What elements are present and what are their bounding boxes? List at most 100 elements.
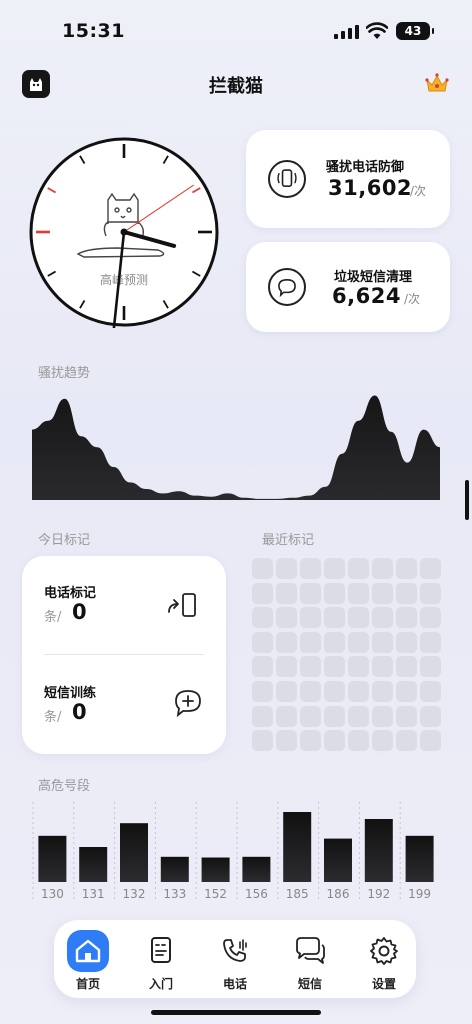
recent-mark-cell — [324, 582, 345, 604]
tab-settings[interactable]: 设置 — [354, 920, 414, 998]
stat-value: 6,624 — [332, 284, 401, 308]
call-forward-icon — [168, 593, 196, 617]
high-risk-bar-chart: 130 131 132 133 152 156 185 186 192 199 — [32, 802, 434, 901]
clock-label: 高峰预测 — [100, 272, 148, 287]
bar-category-label: 156 — [245, 887, 268, 901]
tab-phone[interactable]: 电话 — [205, 920, 265, 998]
recent-mark-cell — [324, 730, 345, 752]
recent-mark-cell — [252, 680, 273, 702]
stat-unit: /次 — [410, 184, 427, 198]
recent-mark-cell — [252, 607, 273, 629]
recent-mark-cell — [372, 631, 393, 653]
recent-mark-cell — [276, 656, 297, 678]
recent-mark-cell — [300, 730, 321, 752]
recent-mark-cell — [348, 705, 369, 727]
tab-sms[interactable]: 短信 — [280, 920, 340, 998]
recent-mark-cell — [300, 656, 321, 678]
tab-label: 入门 — [148, 977, 173, 991]
sms-training-title: 短信训练 — [44, 686, 97, 701]
message-add-icon — [175, 690, 201, 718]
sms-training-unit: 条/ — [44, 710, 62, 725]
guide-card-icon — [140, 930, 182, 972]
recent-mark-cell — [348, 680, 369, 702]
crown-icon[interactable] — [424, 70, 450, 96]
recent-mark-cell — [300, 558, 321, 579]
message-bubble-icon — [268, 268, 306, 306]
recent-mark-cell — [300, 705, 321, 727]
recent-mark-cell — [372, 680, 393, 702]
battery-indicator: 43 — [396, 22, 434, 40]
stat-card-sms[interactable]: 垃圾短信清理 6,624 /次 — [246, 242, 450, 332]
home-indicator — [151, 1010, 321, 1015]
recent-marks-grid — [252, 558, 444, 752]
bar-category-label: 131 — [82, 887, 105, 901]
recent-mark-cell — [348, 656, 369, 678]
recent-mark-cell — [252, 730, 273, 752]
phone-mark-title: 电话标记 — [44, 586, 97, 601]
bar-category-label: 133 — [163, 887, 186, 901]
recent-mark-cell — [372, 582, 393, 604]
tab-guide[interactable]: 入门 — [131, 920, 191, 998]
high-risk-bar — [405, 835, 434, 882]
scroll-indicator[interactable] — [465, 480, 469, 520]
today-marks-label: 今日标记 — [38, 533, 91, 548]
phone-mark-value: 0 — [72, 600, 87, 624]
stat-card-calls[interactable]: 骚扰电话防御 31,602 /次 — [246, 130, 450, 228]
high-risk-bar — [201, 857, 230, 882]
high-risk-bar — [324, 838, 352, 882]
recent-mark-cell — [372, 607, 393, 629]
recent-mark-cell — [396, 582, 417, 604]
recent-mark-cell — [396, 680, 417, 702]
recent-mark-cell — [276, 680, 297, 702]
recent-mark-cell — [324, 558, 345, 579]
recent-mark-cell — [420, 582, 441, 604]
recent-mark-cell — [324, 680, 345, 702]
high-risk-bar — [120, 823, 148, 882]
high-risk-bar — [283, 812, 312, 882]
tab-bar: 首页 入门 电话 短信 设置 — [54, 920, 416, 998]
page-title: 拦截猫 — [209, 76, 263, 97]
bar-category-label: 130 — [41, 887, 64, 901]
recent-mark-cell — [324, 631, 345, 653]
recent-mark-cell — [420, 680, 441, 702]
recent-mark-cell — [396, 607, 417, 629]
stat-label: 骚扰电话防御 — [326, 160, 405, 175]
recent-mark-cell — [348, 582, 369, 604]
today-marks-card: 电话标记 条/ 0 短信训练 条/ 0 — [22, 556, 226, 754]
high-risk-label: 高危号段 — [38, 779, 91, 794]
phone-call-icon — [214, 930, 256, 972]
recent-mark-cell — [276, 705, 297, 727]
bar-category-label: 132 — [123, 887, 146, 901]
recent-mark-cell — [348, 558, 369, 579]
sms-training-value: 0 — [72, 700, 87, 724]
trend-section-label: 骚扰趋势 — [38, 366, 91, 381]
bar-category-label: 192 — [367, 887, 390, 901]
trend-area-chart — [32, 395, 440, 500]
recent-mark-cell — [396, 558, 417, 579]
recent-mark-cell — [372, 656, 393, 678]
recent-marks-label: 最近标记 — [262, 533, 315, 548]
recent-mark-cell — [420, 607, 441, 629]
tab-home[interactable]: 首页 — [58, 920, 118, 998]
high-risk-bar — [242, 856, 271, 882]
recent-mark-cell — [252, 631, 273, 653]
recent-mark-cell — [420, 558, 441, 579]
recent-mark-cell — [420, 705, 441, 727]
signal-icon — [334, 25, 359, 39]
recent-mark-cell — [276, 582, 297, 604]
chat-bubbles-icon — [289, 930, 331, 972]
tab-label: 短信 — [297, 977, 322, 991]
recent-mark-cell — [348, 631, 369, 653]
peak-prediction-clock: 高峰预测 — [29, 137, 219, 328]
recent-mark-cell — [348, 607, 369, 629]
recent-mark-cell — [300, 582, 321, 604]
gear-icon — [363, 930, 405, 972]
recent-mark-cell — [324, 705, 345, 727]
high-risk-bar — [160, 856, 189, 882]
recent-mark-cell — [300, 631, 321, 653]
recent-mark-cell — [396, 730, 417, 752]
recent-mark-cell — [396, 705, 417, 727]
recent-mark-cell — [276, 607, 297, 629]
recent-mark-cell — [300, 680, 321, 702]
phone-vibrate-icon — [268, 160, 306, 198]
